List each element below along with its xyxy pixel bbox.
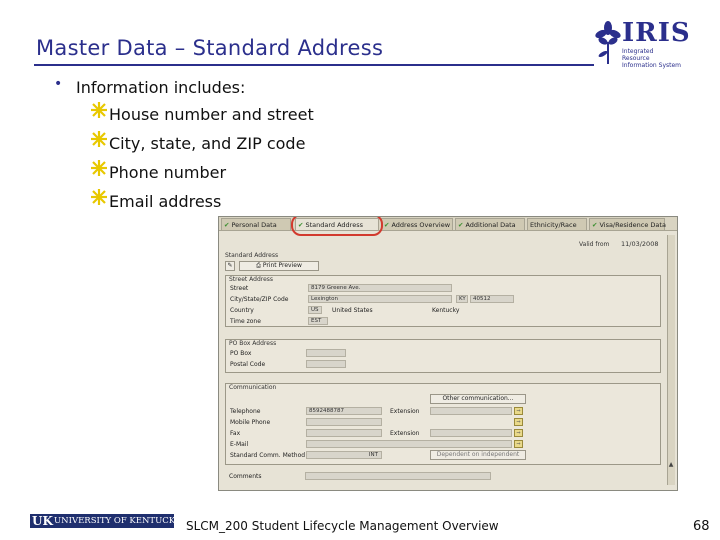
tab-strip: ✔ Personal Data ✔ Standard Address ✔ Addres… (219, 217, 677, 236)
street-group-title: Street Address (227, 276, 276, 283)
page-number: 68 (693, 519, 710, 534)
comments-field[interactable] (305, 472, 491, 480)
comm-group-title: Communication (227, 384, 279, 391)
extension-field[interactable] (430, 407, 512, 415)
country-field[interactable]: US (308, 306, 322, 314)
fax-field[interactable] (306, 429, 382, 437)
standard-comm-field[interactable]: INT (306, 451, 382, 459)
star-bullet-icon (91, 131, 107, 147)
pobox-group-title: PO Box Address (227, 340, 279, 347)
email-label: E-Mail (230, 441, 249, 448)
mobile-more-button[interactable]: ⇒ (514, 418, 523, 426)
sub-item-street: House number and street (109, 105, 314, 124)
footer-course: SLCM_200 Student Lifecycle Management Ov… (186, 519, 499, 533)
country-name: United States (332, 307, 373, 314)
street-address-group: Street Address Street 8179 Greene Ave. C… (225, 275, 661, 327)
city-field[interactable]: Lexington (308, 295, 452, 303)
street-field[interactable]: 8179 Greene Ave. (308, 284, 452, 292)
iris-wordmark: IRIS (622, 18, 691, 48)
fax-extension-field[interactable] (430, 429, 512, 437)
pobox-field[interactable] (306, 349, 346, 357)
country-label: Country (230, 307, 254, 314)
zip-field[interactable]: 40512 (470, 295, 514, 303)
slide-title: Master Data – Standard Address (36, 36, 384, 60)
star-bullet-icon (91, 160, 107, 176)
fax-more-button[interactable]: ⇒ (514, 429, 523, 437)
title-underline (34, 64, 594, 66)
uk-logo-mark: UK (32, 514, 53, 528)
email-more-button[interactable]: ⇒ (514, 440, 523, 448)
vertical-scrollbar[interactable] (667, 235, 675, 485)
bullet-dot: • (54, 76, 63, 92)
mobile-label: Mobile Phone (230, 419, 271, 426)
postal-code-label: Postal Code (230, 361, 266, 368)
comments-label: Comments (229, 473, 262, 480)
region-name: Kentucky (432, 307, 460, 314)
state-field[interactable]: KY (456, 295, 468, 303)
extension-label: Extension (390, 408, 420, 415)
tab-additional-data[interactable]: ✔ Additional Data (455, 218, 525, 230)
star-bullet-icon (91, 189, 107, 205)
valid-from-value: 11/03/2008 (621, 240, 659, 248)
highlight-circle (291, 217, 383, 236)
iris-logo: IRIS Integrated Resource Information Sys… (594, 18, 690, 70)
sub-item-email: Email address (109, 192, 222, 211)
other-communication-button[interactable]: Other communication... (430, 394, 526, 404)
communication-group: Communication Other communication... Tel… (225, 383, 661, 465)
street-label: Street (230, 285, 249, 292)
tab-ethnicity-race[interactable]: Ethnicity/Race (527, 218, 587, 230)
standard-comm-label: Standard Comm. Method (230, 452, 306, 459)
print-icon: ⎙ (256, 262, 263, 269)
mobile-field[interactable] (306, 418, 382, 426)
iris-subtitle: Integrated Resource Information System (622, 48, 682, 69)
telephone-more-button[interactable]: ⇒ (514, 407, 523, 415)
city-label: City/State/ZIP Code (230, 296, 289, 303)
edit-icon[interactable]: ✎ (225, 261, 235, 271)
pobox-label: PO Box (230, 350, 252, 357)
uk-logo-text: UNIVERSITY OF KENTUCKY (54, 516, 181, 526)
timezone-label: Time zone (230, 318, 261, 325)
postal-code-field[interactable] (306, 360, 346, 368)
email-field[interactable] (306, 440, 512, 448)
print-preview-button[interactable]: ⎙ Print Preview (239, 261, 319, 271)
valid-from-label: Valid from (579, 241, 610, 248)
fax-label: Fax (230, 430, 241, 437)
sub-item-phone: Phone number (109, 163, 227, 182)
dependent-button[interactable]: Dependent on independent (430, 450, 526, 460)
star-bullet-icon (91, 102, 107, 118)
pobox-group: PO Box Address PO Box Postal Code (225, 339, 661, 373)
tab-personal-data[interactable]: ✔ Personal Data (221, 218, 291, 230)
fax-extension-label: Extension (390, 430, 420, 437)
iris-flower-icon (595, 21, 621, 64)
section-title: Standard Address (225, 252, 279, 259)
tab-address-overview[interactable]: ✔ Address Overview (381, 218, 453, 230)
timezone-field[interactable]: EST (308, 317, 328, 325)
scroll-up-arrow-icon[interactable]: ▲ (667, 461, 675, 469)
telephone-field[interactable]: 8592488787 (306, 407, 382, 415)
telephone-label: Telephone (230, 408, 261, 415)
sap-screenshot: ✔ Personal Data ✔ Standard Address ✔ Addres… (218, 216, 678, 491)
tab-visa-residence[interactable]: ✔ Visa/Residence Data (589, 218, 666, 230)
sub-item-city: City, state, and ZIP code (109, 134, 306, 153)
bullet-main: Information includes: (76, 78, 246, 97)
